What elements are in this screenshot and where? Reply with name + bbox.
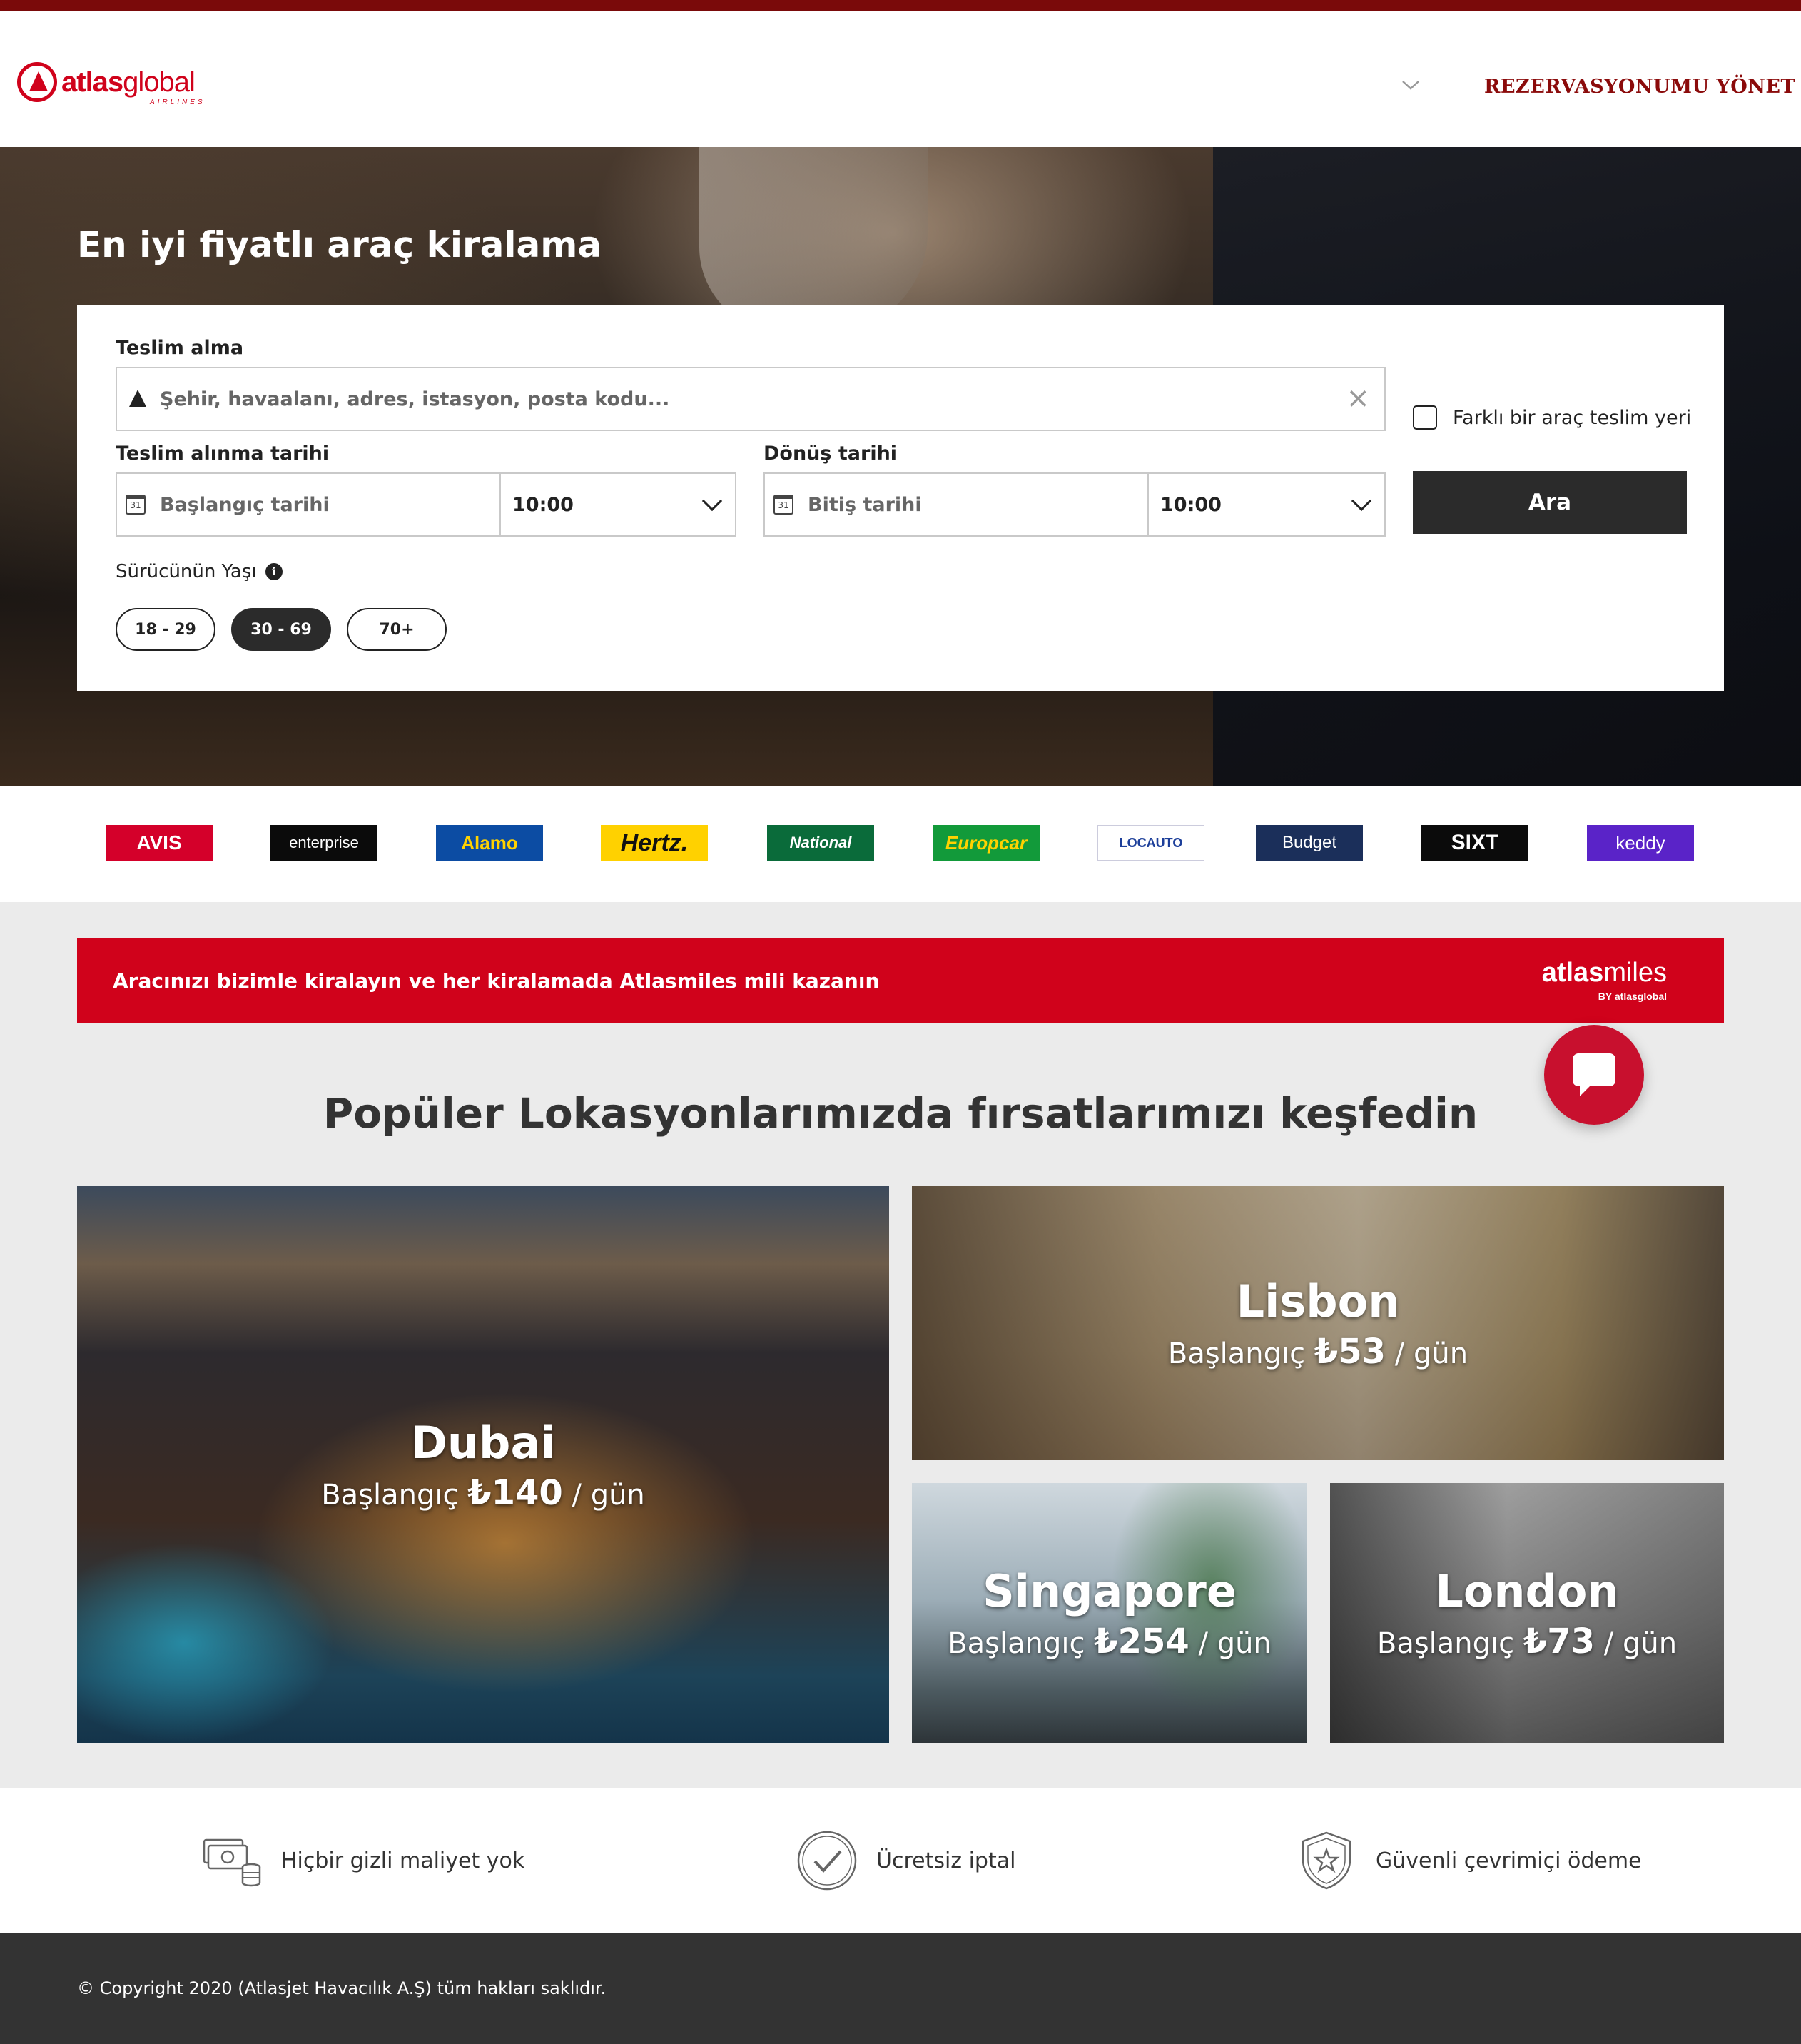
atlasglobal-logo-icon <box>17 62 57 102</box>
pickup-time-value: 10:00 <box>512 493 574 516</box>
return-time-select[interactable]: 10:00 <box>1147 472 1386 537</box>
top-strip <box>0 0 1801 11</box>
feature-text: Hiçbir gizli maliyet yok <box>281 1848 525 1873</box>
partner-logo-national: National <box>767 825 874 861</box>
site-footer: © Copyright 2020 (Atlasjet Havacılık A.Ş… <box>0 1933 1801 2044</box>
location-price: Başlangıç ₺254 / gün <box>948 1621 1272 1661</box>
feature-no-hidden-cost: Hiçbir gizli maliyet yok <box>201 1830 524 1891</box>
partner-logo-enterprise: enterprise <box>270 825 377 861</box>
chevron-down-icon <box>701 490 723 512</box>
age-option-30-69[interactable]: 30 - 69 <box>231 608 331 651</box>
hero-banner: En iyi fiyatlı araç kiralama Teslim alma… <box>0 147 1801 786</box>
partner-logos: AVIS enterprise Alamo Hertz. National Eu… <box>0 786 1801 902</box>
pickup-date-placeholder: Başlangıç tarihi <box>160 493 330 516</box>
return-time-value: 10:00 <box>1160 493 1222 516</box>
location-price: Başlangıç ₺53 / gün <box>1167 1331 1468 1372</box>
logo-subtitle: AIRLINES <box>150 98 206 106</box>
pickup-date-field[interactable]: 31 Başlangıç tarihi <box>116 472 501 537</box>
partner-logo-keddy: keddy <box>1587 825 1694 861</box>
locations-section: Aracınızı bizimle kiralayın ve her kiral… <box>0 902 1801 1788</box>
feature-text: Ücretsiz iptal <box>876 1848 1016 1873</box>
partner-logo-budget: Budget <box>1256 825 1363 861</box>
copyright-text: © Copyright 2020 (Atlasjet Havacılık A.Ş… <box>77 1978 607 1998</box>
calendar-icon: 31 <box>126 495 146 515</box>
location-card-singapore[interactable]: Singapore Başlangıç ₺254 / gün <box>912 1483 1307 1743</box>
locations-title: Popüler Lokasyonlarımızda fırsatlarımızı… <box>323 1089 1478 1138</box>
chevron-down-icon <box>1351 490 1372 512</box>
driver-age-label: Sürücünün Yaşı i <box>116 561 283 582</box>
age-option-70-plus[interactable]: 70+ <box>347 608 447 651</box>
search-button[interactable]: Ara <box>1413 471 1687 534</box>
location-card-dubai[interactable]: Dubai Başlangıç ₺140 / gün <box>77 1186 889 1743</box>
driver-age-text: Sürücünün Yaşı <box>116 561 257 582</box>
shield-star-icon <box>1296 1830 1357 1891</box>
location-name: Dubai <box>410 1416 556 1469</box>
pickup-location-input[interactable]: Şehir, havaalanı, adres, istasyon, posta… <box>116 367 1386 431</box>
logo-text: atlasglobal <box>61 66 196 98</box>
site-header: atlasglobal AIRLINES REZERVASYONUMU YÖNE… <box>0 11 1801 147</box>
location-arrow-icon <box>127 388 148 410</box>
pickup-date-label: Teslim alınma tarihi <box>116 442 330 465</box>
partner-logo-locauto: LOCAUTO <box>1097 825 1204 861</box>
hero-title: En iyi fiyatlı araç kiralama <box>77 224 602 265</box>
partner-logo-alamo: Alamo <box>436 825 543 861</box>
language-chevron-down-icon[interactable] <box>1400 74 1421 96</box>
different-dropoff-toggle[interactable]: Farklı bir araç teslim yeri <box>1413 405 1691 430</box>
manage-booking-link[interactable]: REZERVASYONUMU YÖNET <box>1484 76 1795 98</box>
location-price: Başlangıç ₺73 / gün <box>1376 1621 1678 1661</box>
promo-text: Aracınızı bizimle kiralayın ve her kiral… <box>113 968 880 993</box>
clear-icon[interactable]: × <box>1346 384 1370 413</box>
partner-logo-europcar: Europcar <box>933 825 1040 861</box>
calendar-icon: 31 <box>773 495 793 515</box>
info-icon[interactable]: i <box>265 563 283 580</box>
features-row: Hiçbir gizli maliyet yok Ücretsiz iptal … <box>0 1788 1801 1933</box>
different-dropoff-checkbox[interactable] <box>1413 405 1437 430</box>
return-date-placeholder: Bitiş tarihi <box>808 493 922 516</box>
hero-background-image <box>699 147 928 333</box>
location-card-london[interactable]: London Başlangıç ₺73 / gün <box>1330 1483 1724 1743</box>
location-name: Lisbon <box>1236 1275 1400 1327</box>
pickup-placeholder: Şehir, havaalanı, adres, istasyon, posta… <box>160 388 670 410</box>
partner-logo-sixt: SIXT <box>1421 825 1528 861</box>
money-icon <box>201 1830 263 1891</box>
feature-secure-payment: Güvenli çevrimiçi ödeme <box>1296 1830 1642 1891</box>
partner-logo-avis: AVIS <box>106 825 213 861</box>
partner-logo-hertz: Hertz. <box>601 825 708 861</box>
feature-free-cancel: Ücretsiz iptal <box>796 1830 1015 1891</box>
pickup-time-select[interactable]: 10:00 <box>499 472 736 537</box>
location-price: Başlangıç ₺140 / gün <box>321 1472 645 1513</box>
check-circle-icon <box>796 1830 858 1891</box>
age-option-18-29[interactable]: 18 - 29 <box>116 608 215 651</box>
location-card-lisbon[interactable]: Lisbon Başlangıç ₺53 / gün <box>912 1186 1724 1460</box>
atlasmiles-logo: atlasmiles <box>1541 958 1667 988</box>
atlasmiles-promo-banner[interactable]: Aracınızı bizimle kiralayın ve her kiral… <box>77 938 1724 1023</box>
return-date-field[interactable]: 31 Bitiş tarihi <box>763 472 1149 537</box>
pickup-label: Teslim alma <box>116 337 244 359</box>
location-name: London <box>1435 1564 1619 1617</box>
atlasglobal-logo[interactable]: atlasglobal AIRLINES <box>17 57 203 107</box>
car-search-form: Teslim alma Şehir, havaalanı, adres, ist… <box>77 305 1724 691</box>
atlasmiles-logo-subtitle: BY atlasglobal <box>1598 991 1667 1002</box>
different-dropoff-label: Farklı bir araç teslim yeri <box>1453 406 1692 429</box>
location-name: Singapore <box>983 1564 1237 1617</box>
chat-bubble-icon <box>1573 1053 1615 1096</box>
feature-text: Güvenli çevrimiçi ödeme <box>1376 1848 1642 1873</box>
return-date-label: Dönüş tarihi <box>763 442 898 465</box>
